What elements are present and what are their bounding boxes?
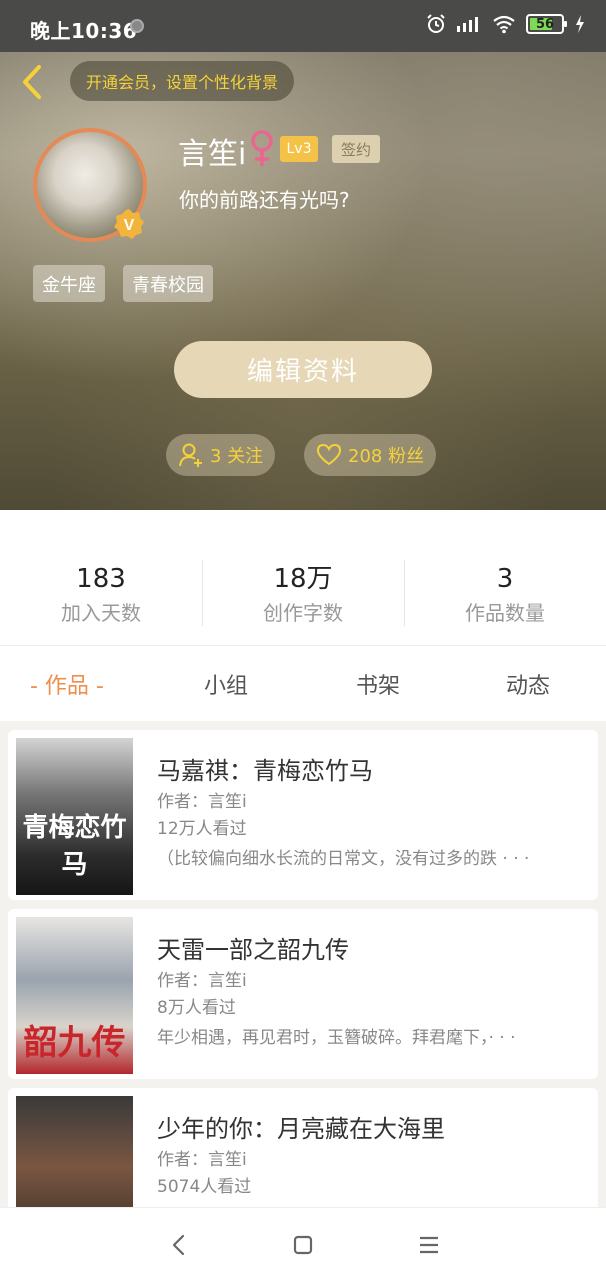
back-button[interactable] xyxy=(14,62,50,102)
heart-icon xyxy=(316,443,342,466)
work-title: 马嘉祺：青梅恋竹马 xyxy=(157,757,373,785)
cover-title: 韶九传 xyxy=(23,1023,126,1063)
profile-header: 晚上10:36 56 开通会员，设置个性化背景 V 言笙i Lv3 签约 你的前… xyxy=(0,0,606,510)
work-description: （比较偏向细水长流的日常文，没有过多的跌 · · · xyxy=(157,849,530,869)
stat-value: 18万 xyxy=(273,564,333,594)
svg-text:V: V xyxy=(124,217,135,234)
list-item[interactable]: 青梅恋竹马 马嘉祺：青梅恋竹马 作者：言笙i 12万人看过 （比较偏向细水长流的… xyxy=(8,730,598,900)
book-cover: 青梅恋竹马 xyxy=(16,738,133,895)
stat-value: 3 xyxy=(496,564,514,594)
avatar[interactable]: V xyxy=(33,128,147,242)
work-author: 作者：言笙i xyxy=(157,1150,247,1170)
stat-works-count: 3 作品数量 xyxy=(404,560,606,628)
work-views: 8万人看过 xyxy=(157,998,236,1018)
chevron-left-icon xyxy=(172,1234,185,1256)
work-views: 12万人看过 xyxy=(157,819,247,839)
stat-words-written: 18万 创作字数 xyxy=(202,560,404,628)
stat-days-joined: 183 加入天数 xyxy=(0,560,202,628)
work-title: 天雷一部之韶九传 xyxy=(157,936,349,964)
alarm-icon xyxy=(427,14,445,33)
tab-bookshelf[interactable]: 书架 xyxy=(356,668,400,700)
tag-zodiac: 金牛座 xyxy=(33,265,105,302)
work-author: 作者：言笙i xyxy=(157,971,247,991)
book-cover: 韶九传 xyxy=(16,917,133,1074)
edit-profile-button[interactable]: 编辑资料 xyxy=(174,341,432,398)
following-button[interactable]: 3 关注 xyxy=(166,434,276,476)
signed-badge: 签约 xyxy=(332,135,380,163)
tab-activity[interactable]: 动态 xyxy=(506,668,550,700)
system-nav-bar xyxy=(0,1207,606,1280)
stat-value: 183 xyxy=(76,564,126,594)
add-user-icon xyxy=(179,443,202,467)
nav-home-button[interactable] xyxy=(288,1230,318,1260)
work-description: 年少相遇，再见君时，玉簪破碎。拜君麾下，· · · xyxy=(157,1028,516,1048)
vip-background-prompt[interactable]: 开通会员，设置个性化背景 xyxy=(70,61,295,101)
followers-count: 208 粉丝 xyxy=(348,446,425,467)
tab-bar: - 作品 - 小组 书架 动态 xyxy=(0,645,606,721)
following-count: 3 关注 xyxy=(210,446,264,467)
cover-title: 青梅恋竹马 xyxy=(22,813,127,880)
vip-badge-icon: V xyxy=(114,209,144,239)
battery-icon: 56 xyxy=(526,14,567,34)
nav-back-button[interactable] xyxy=(164,1230,194,1260)
nickname: 言笙i xyxy=(178,137,247,172)
tab-groups[interactable]: 小组 xyxy=(204,668,248,700)
work-author: 作者：言笙i xyxy=(157,792,247,812)
list-item[interactable]: 韶九传 天雷一部之韶九传 作者：言笙i 8万人看过 年少相遇，再见君时，玉簪破碎… xyxy=(8,909,598,1079)
charging-icon xyxy=(576,15,584,33)
level-badge: Lv3 xyxy=(280,136,318,162)
tab-works[interactable]: - 作品 - xyxy=(30,668,104,700)
stat-label: 创作字数 xyxy=(263,601,343,625)
female-icon xyxy=(251,130,273,166)
bio: 你的前路还有光吗? xyxy=(179,188,350,212)
square-icon xyxy=(293,1235,313,1255)
status-bar: 晚上10:36 56 xyxy=(0,0,606,52)
stat-label: 加入天数 xyxy=(61,601,141,625)
stats-panel: 183 加入天数 18万 创作字数 3 作品数量 xyxy=(0,510,606,645)
stat-label: 作品数量 xyxy=(465,601,545,625)
status-icons: 56 xyxy=(426,14,586,34)
notification-dot-icon xyxy=(130,19,144,33)
signal-icon xyxy=(457,17,478,32)
wifi-icon xyxy=(493,15,515,34)
followers-button[interactable]: 208 粉丝 xyxy=(304,434,437,476)
nav-menu-button[interactable] xyxy=(414,1230,444,1260)
menu-icon xyxy=(420,1236,438,1254)
work-title: 少年的你：月亮藏在大海里 xyxy=(157,1115,445,1143)
tag-genre: 青春校园 xyxy=(123,265,213,302)
status-time: 晚上10:36 xyxy=(30,19,138,43)
work-views: 5074人看过 xyxy=(157,1177,252,1197)
chevron-left-icon xyxy=(23,65,41,99)
battery-level: 56 xyxy=(535,16,555,32)
